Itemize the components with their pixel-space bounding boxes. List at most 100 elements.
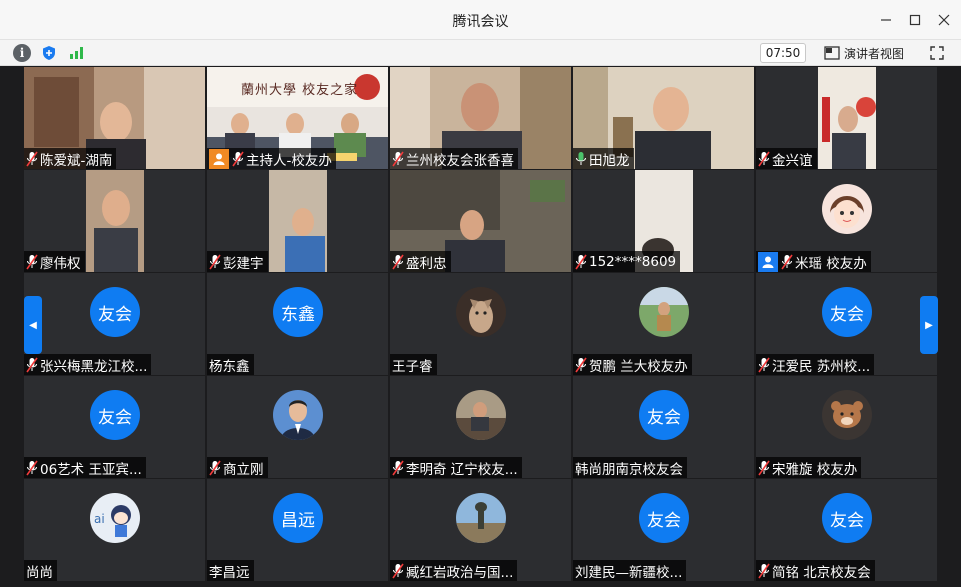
- participant-name-bar: 陈爱斌-湖南: [24, 148, 117, 169]
- participant-tile[interactable]: 友会 汪爱民 苏州校...: [756, 273, 937, 375]
- info-icon[interactable]: i: [13, 44, 31, 62]
- participant-avatar: ai: [90, 493, 140, 543]
- participant-tile[interactable]: 金兴谊: [756, 67, 937, 169]
- participant-avatar: 昌远: [273, 493, 323, 543]
- participant-name: 汪爱民 苏州校...: [772, 358, 871, 375]
- participant-name-bar: 廖伟权: [24, 251, 85, 272]
- participant-tile[interactable]: 盛利忠: [390, 170, 571, 272]
- participant-tile[interactable]: 米瑶 校友办: [756, 170, 937, 272]
- participant-avatar: [639, 287, 689, 337]
- participant-name: 金兴谊: [772, 152, 813, 169]
- participant-name-bar: 杨东鑫: [207, 354, 254, 375]
- participant-name: 兰州校友会张香喜: [406, 152, 514, 169]
- participant-name-bar: 06艺术 王亚宾...: [24, 457, 146, 478]
- participant-name-bar: 金兴谊: [756, 148, 817, 169]
- mic-active-icon: [576, 151, 586, 165]
- participant-name: 尚尚: [26, 564, 53, 581]
- participant-tile[interactable]: 友会 刘建民—新疆校...: [573, 479, 754, 581]
- mic-muted-icon: [758, 151, 770, 166]
- participant-name: 152****8609: [589, 253, 677, 270]
- participant-name-bar: 贺鹏 兰大校友办: [573, 354, 692, 375]
- participant-tile[interactable]: 李明奇 辽宁校友...: [390, 376, 571, 478]
- participant-name: 主持人-校友办: [246, 152, 332, 169]
- mic-muted-icon: [26, 460, 38, 475]
- participant-tile[interactable]: 廖伟权: [24, 170, 205, 272]
- participant-name: 刘建民—新疆校...: [575, 564, 683, 581]
- participant-tile[interactable]: 友会 简铭 北京校友会: [756, 479, 937, 581]
- participant-name-bar: 尚尚: [24, 560, 57, 581]
- mic-muted-icon: [26, 151, 38, 166]
- maximize-button[interactable]: [903, 8, 927, 32]
- participant-name-bar: 米瑶 校友办: [756, 251, 871, 272]
- participant-tile-active-speaker[interactable]: 田旭龙: [573, 67, 754, 169]
- participant-avatar: [822, 184, 872, 234]
- participant-tile[interactable]: 贺鹏 兰大校友办: [573, 273, 754, 375]
- participant-name: 宋雅旋 校友办: [772, 461, 858, 478]
- close-button[interactable]: [932, 8, 956, 32]
- next-page-button[interactable]: ▶: [920, 296, 938, 354]
- speaker-view-button[interactable]: 演讲者视图: [824, 43, 904, 63]
- participant-name-bar: 李明奇 辽宁校友...: [390, 457, 522, 478]
- participant-tile[interactable]: 陈爱斌-湖南: [24, 67, 205, 169]
- minimize-button[interactable]: [874, 8, 898, 32]
- participant-tile[interactable]: ai 尚尚: [24, 479, 205, 581]
- participant-tile[interactable]: 兰州校友会张香喜: [390, 67, 571, 169]
- participant-tile[interactable]: 友会 韩尚朋南京校友会: [573, 376, 754, 478]
- participant-name: 李昌远: [209, 564, 250, 581]
- close-icon: [938, 14, 950, 26]
- participant-tile[interactable]: 臧红岩政治与国...: [390, 479, 571, 581]
- participant-name: 米瑶 校友办: [795, 255, 867, 272]
- mic-muted-icon: [758, 563, 770, 578]
- participant-name-bar: 刘建民—新疆校...: [573, 560, 687, 581]
- prev-page-button[interactable]: ◀: [24, 296, 42, 354]
- participant-name-bar: 王子睿: [390, 354, 437, 375]
- mic-muted-icon: [392, 254, 404, 269]
- participant-name: 简铭 北京校友会: [772, 564, 871, 581]
- mic-muted-icon: [209, 254, 221, 269]
- participant-name: 盛利忠: [406, 255, 447, 272]
- participant-name-bar: 彭建宇: [207, 251, 268, 272]
- participant-avatar: [273, 390, 323, 440]
- participant-tile[interactable]: 152****8609: [573, 170, 754, 272]
- participant-name: 臧红岩政治与国...: [406, 564, 514, 581]
- participant-name: 06艺术 王亚宾...: [40, 461, 142, 478]
- participant-name-bar: 盛利忠: [390, 251, 451, 272]
- mic-muted-icon: [575, 254, 587, 269]
- participant-tile[interactable]: 友会 张兴梅黑龙江校...: [24, 273, 205, 375]
- participant-tile[interactable]: 昌远 李昌远: [207, 479, 388, 581]
- speaker-view-icon: [824, 46, 840, 60]
- chevron-right-icon: ▶: [925, 319, 933, 331]
- mic-muted-icon: [392, 151, 404, 166]
- signal-icon[interactable]: [68, 44, 86, 62]
- mic-muted-icon: [26, 357, 38, 372]
- mic-muted-icon: [575, 357, 587, 372]
- chevron-left-icon: ◀: [29, 319, 37, 331]
- participant-tile[interactable]: 商立刚: [207, 376, 388, 478]
- participant-tile[interactable]: 彭建宇: [207, 170, 388, 272]
- participant-avatar: [822, 390, 872, 440]
- participant-tile[interactable]: 友会 06艺术 王亚宾...: [24, 376, 205, 478]
- participant-name-bar: 兰州校友会张香喜: [390, 148, 518, 169]
- mic-muted-icon: [26, 254, 38, 269]
- participant-name-bar: 韩尚朋南京校友会: [573, 457, 687, 478]
- participant-avatar: 友会: [90, 390, 140, 440]
- participant-name-bar: 张兴梅黑龙江校...: [24, 354, 152, 375]
- shield-icon[interactable]: [40, 44, 58, 62]
- participant-tile[interactable]: 宋雅旋 校友办: [756, 376, 937, 478]
- participant-avatar: 友会: [90, 287, 140, 337]
- host-icon: [209, 148, 229, 169]
- participant-tile[interactable]: 蘭州大學 校友之家 主持人-校友办: [207, 67, 388, 169]
- participant-name-bar: 李昌远: [207, 560, 254, 581]
- title-bar: 腾讯会议: [0, 0, 961, 40]
- venue-banner: 蘭州大學 校友之家: [241, 83, 359, 98]
- mic-muted-icon: [232, 151, 244, 166]
- meeting-toolbar: i 07:50 演讲者视图: [0, 40, 961, 66]
- participant-tile[interactable]: 东鑫 杨东鑫: [207, 273, 388, 375]
- participant-avatar: 友会: [822, 493, 872, 543]
- fullscreen-icon[interactable]: [928, 44, 946, 62]
- participant-name-bar: 简铭 北京校友会: [756, 560, 875, 581]
- participant-avatar: 东鑫: [273, 287, 323, 337]
- participant-tile[interactable]: 王子睿: [390, 273, 571, 375]
- participant-name-bar: 田旭龙: [573, 148, 634, 169]
- participant-name: 王子睿: [392, 358, 433, 375]
